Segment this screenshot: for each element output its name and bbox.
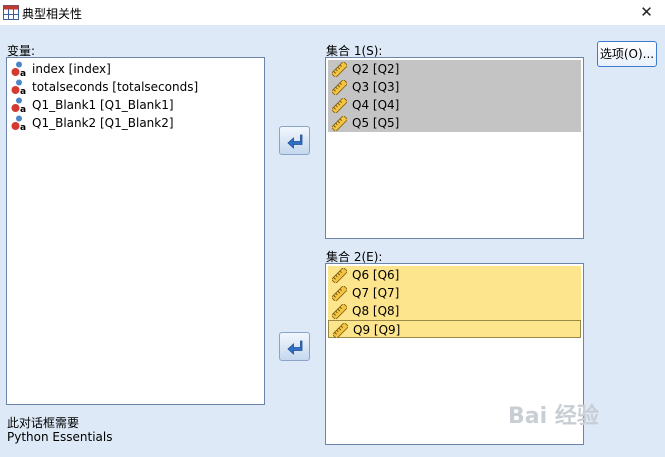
- move-to-set2-button[interactable]: [279, 332, 310, 361]
- scale-ruler-icon: [333, 323, 348, 338]
- nominal-variable-icon: a: [11, 61, 26, 77]
- list-item[interactable]: Q4 [Q4]: [328, 96, 581, 114]
- variable-name: Q7 [Q7]: [352, 286, 400, 300]
- list-item[interactable]: Q8 [Q8]: [328, 302, 581, 320]
- scale-ruler-icon: [332, 98, 347, 113]
- watermark: Bai 经验: [508, 404, 599, 429]
- svg-text:a: a: [20, 105, 26, 113]
- app-table-icon: [3, 5, 19, 20]
- variable-name: index [index]: [32, 62, 111, 76]
- variables-list[interactable]: a index [index] a totalseconds [totalsec…: [6, 57, 265, 405]
- variable-name: Q4 [Q4]: [352, 98, 400, 112]
- move-to-set1-button[interactable]: [279, 126, 310, 155]
- list-item[interactable]: Q7 [Q7]: [328, 284, 581, 302]
- move-arrow-icon: [287, 134, 303, 149]
- variable-name: totalseconds [totalseconds]: [32, 80, 199, 94]
- window-title: 典型相关性: [22, 7, 83, 21]
- requirement-python: Python Essentials: [7, 430, 113, 444]
- variable-name: Q5 [Q5]: [352, 116, 400, 130]
- move-arrow-icon: [287, 340, 303, 355]
- scale-ruler-icon: [332, 80, 347, 95]
- close-button[interactable]: ✕: [628, 0, 665, 25]
- variable-name: Q2 [Q2]: [352, 62, 400, 76]
- variable-name: Q3 [Q3]: [352, 80, 400, 94]
- set1-list[interactable]: Q2 [Q2] Q3 [Q3] Q4 [Q4] Q5 [Q5]: [325, 57, 584, 239]
- variable-name: Q1_Blank2 [Q1_Blank2]: [32, 116, 174, 130]
- list-item[interactable]: Q9 [Q9]: [328, 320, 581, 338]
- scale-ruler-icon: [332, 268, 347, 283]
- variable-name: Q1_Blank1 [Q1_Blank1]: [32, 98, 174, 112]
- variable-name: Q9 [Q9]: [353, 323, 401, 337]
- scale-ruler-icon: [332, 286, 347, 301]
- svg-text:a: a: [20, 123, 26, 131]
- list-item[interactable]: Q3 [Q3]: [328, 78, 581, 96]
- requirement-note: 此对话框需要: [7, 416, 80, 430]
- variable-name: Q6 [Q6]: [352, 268, 400, 282]
- variable-name: Q8 [Q8]: [352, 304, 400, 318]
- list-item[interactable]: Q6 [Q6]: [328, 266, 581, 284]
- options-button[interactable]: 选项(O)...: [597, 41, 657, 67]
- nominal-variable-icon: a: [11, 115, 26, 131]
- list-item[interactable]: Q2 [Q2]: [328, 60, 581, 78]
- svg-text:a: a: [20, 87, 26, 95]
- scale-ruler-icon: [332, 304, 347, 319]
- scale-ruler-icon: [332, 62, 347, 77]
- nominal-variable-icon: a: [11, 97, 26, 113]
- scale-ruler-icon: [332, 116, 347, 131]
- list-item[interactable]: Q5 [Q5]: [328, 114, 581, 132]
- nominal-variable-icon: a: [11, 79, 26, 95]
- svg-text:a: a: [20, 69, 26, 77]
- title-bar: 典型相关性 ✕: [0, 0, 665, 25]
